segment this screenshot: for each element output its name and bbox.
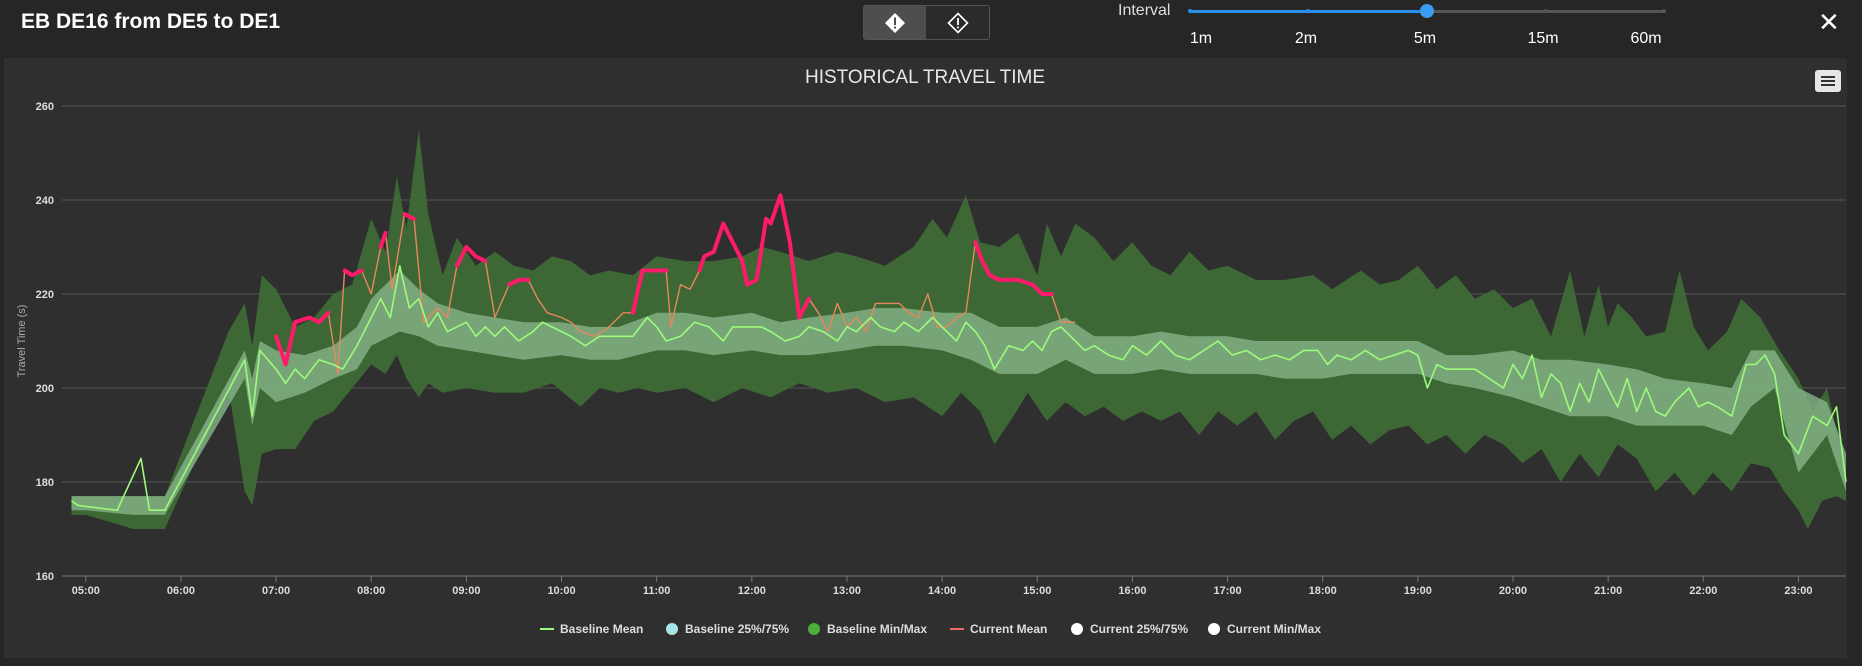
legend-swatch — [808, 623, 820, 635]
top-bar: EB DE16 from DE5 to DE1 Interval 1m 2m 5… — [0, 0, 1862, 58]
x-tick-label: 13:00 — [833, 585, 861, 597]
legend-swatch — [1208, 623, 1220, 635]
travel-time-chart: HISTORICAL TRAVEL TIME 160 180 200 220 240 260… — [16, 67, 1847, 636]
y-tick-label: 260 — [36, 101, 54, 113]
interval-tick — [1544, 9, 1548, 13]
interval-tick — [1188, 9, 1192, 13]
chart-panel: HISTORICAL TRAVEL TIME 160 180 200 220 240 260… — [4, 58, 1847, 658]
hamburger-menu-icon[interactable] — [1815, 70, 1841, 92]
x-tick-label: 15:00 — [1023, 585, 1051, 597]
y-tick-label: 240 — [36, 195, 54, 207]
legend-label: Baseline 25%/75% — [685, 622, 789, 636]
interval-option-5m[interactable]: 5m — [1414, 30, 1436, 48]
legend-item[interactable]: Baseline Min/Max — [808, 622, 927, 636]
close-icon[interactable]: ✕ — [1818, 9, 1840, 35]
x-tick-label: 19:00 — [1404, 585, 1432, 597]
x-tick-label: 05:00 — [72, 585, 100, 597]
x-tick-label: 12:00 — [738, 585, 766, 597]
x-tick-label: 20:00 — [1499, 585, 1527, 597]
legend-item[interactable]: Current 25%/75% — [1071, 622, 1188, 636]
interval-option-15m[interactable]: 15m — [1527, 30, 1558, 48]
y-tick-label: 180 — [36, 477, 54, 489]
x-tick-label: 06:00 — [167, 585, 195, 597]
interval-label: Interval — [1118, 2, 1171, 19]
y-tick-label: 220 — [36, 289, 54, 301]
x-tick-label: 23:00 — [1784, 585, 1812, 597]
mode-button-alerts[interactable] — [927, 6, 989, 39]
legend-swatch — [1071, 623, 1083, 635]
legend-item[interactable]: Baseline 25%/75% — [666, 622, 789, 636]
x-tick-label: 17:00 — [1213, 585, 1241, 597]
legend-item[interactable]: Current Min/Max — [1208, 622, 1321, 636]
interval-tick — [1306, 9, 1310, 13]
legend-swatch — [666, 623, 678, 635]
x-tick-label: 21:00 — [1594, 585, 1622, 597]
x-tick-label: 09:00 — [452, 585, 480, 597]
legend-item[interactable]: Current Mean — [950, 622, 1047, 636]
interval-slider[interactable]: 1m 2m 5m 15m 60m — [1188, 4, 1666, 47]
legend-item[interactable]: Baseline Mean — [540, 622, 643, 636]
page-title: EB DE16 from DE5 to DE1 — [21, 10, 281, 33]
x-tick-label: 22:00 — [1689, 585, 1717, 597]
current-mean-high-segment — [378, 230, 388, 249]
interval-option-1m[interactable]: 1m — [1190, 30, 1212, 48]
interval-option-2m[interactable]: 2m — [1295, 30, 1317, 48]
x-tick-label: 07:00 — [262, 585, 290, 597]
interval-option-60m[interactable]: 60m — [1630, 30, 1661, 48]
view-mode-toggle — [863, 5, 990, 40]
x-tick-label: 18:00 — [1309, 585, 1337, 597]
x-tick-label: 10:00 — [547, 585, 575, 597]
x-tick-label: 08:00 — [357, 585, 385, 597]
legend-label: Current 25%/75% — [1090, 622, 1188, 636]
mode-button-incidents[interactable] — [864, 6, 926, 39]
y-tick-label: 200 — [36, 383, 54, 395]
interval-slider-thumb[interactable] — [1420, 4, 1434, 18]
x-tick-label: 14:00 — [928, 585, 956, 597]
warning-diamond-outline-icon — [947, 11, 969, 34]
interval-tick — [1662, 9, 1666, 13]
x-tick-label: 11:00 — [643, 585, 671, 597]
legend-label: Baseline Min/Max — [827, 622, 927, 636]
x-tick-label: 16:00 — [1118, 585, 1146, 597]
legend-label: Baseline Mean — [560, 622, 643, 636]
chart-title: HISTORICAL TRAVEL TIME — [805, 67, 1045, 88]
y-axis-label: Travel Time (s) — [16, 305, 28, 378]
y-tick-label: 160 — [36, 571, 54, 583]
legend-label: Current Min/Max — [1227, 622, 1321, 636]
legend-label: Current Mean — [970, 622, 1047, 636]
warning-diamond-filled-icon — [885, 12, 905, 33]
